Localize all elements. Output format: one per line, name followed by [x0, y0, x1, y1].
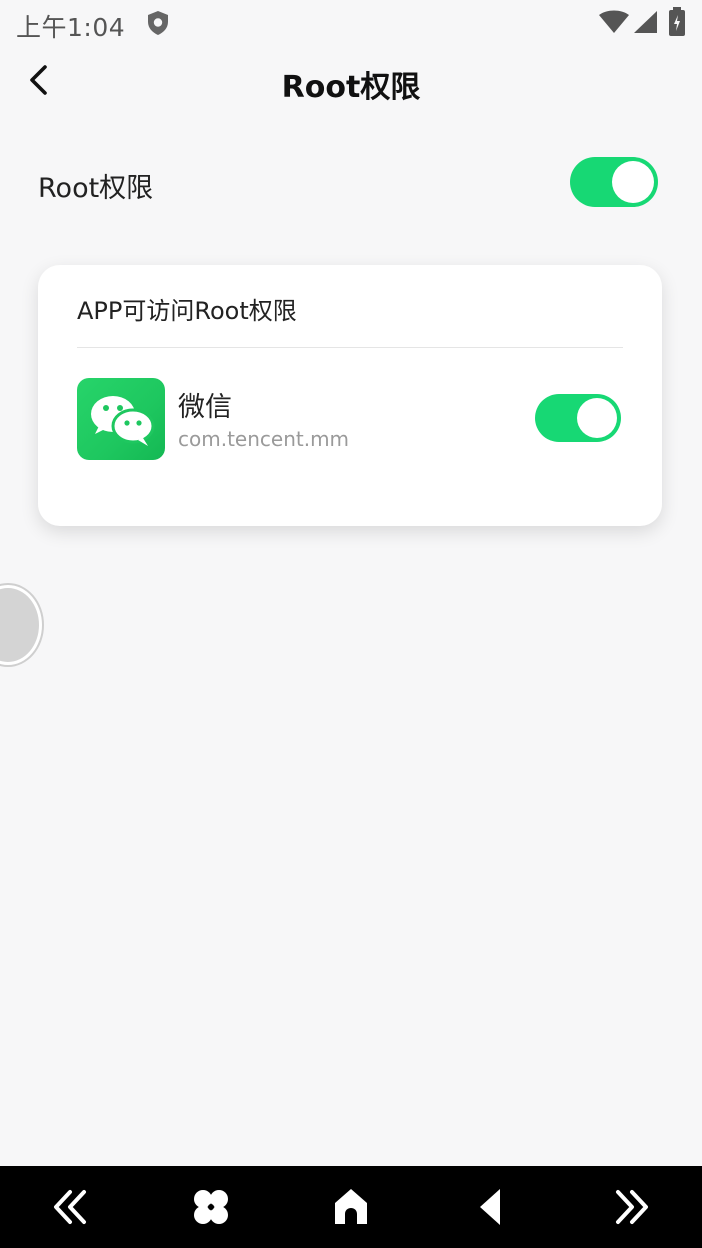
app-access-card: APP可访问Root权限 微信 com.tencent.mm [38, 265, 662, 526]
double-chevron-left-icon [46, 1182, 96, 1232]
back-triangle-icon [466, 1182, 516, 1232]
app-name: 微信 [178, 392, 232, 423]
floating-assistive-button[interactable] [0, 585, 42, 665]
page-title: Root权限 [281, 70, 421, 105]
apps-button[interactable] [186, 1182, 236, 1232]
root-permission-toggle[interactable] [570, 157, 658, 207]
double-chevron-left-button[interactable] [46, 1182, 96, 1232]
back-nav-button[interactable] [466, 1182, 516, 1232]
list-item: 微信 com.tencent.mm [38, 377, 662, 461]
card-title: APP可访问Root权限 [77, 297, 297, 325]
toggle-knob [577, 398, 617, 438]
home-button[interactable] [326, 1182, 376, 1232]
apps-icon [186, 1182, 236, 1232]
double-chevron-right-button[interactable] [606, 1182, 656, 1232]
app-package-name: com.tencent.mm [178, 427, 350, 451]
status-time: 上午1:04 [16, 13, 126, 42]
wifi-icon [598, 10, 630, 34]
header: Root权限 [0, 50, 702, 112]
root-permission-label: Root权限 [38, 173, 154, 204]
divider [77, 347, 623, 348]
app-root-toggle[interactable] [535, 394, 621, 442]
status-bar: 上午1:04 [0, 0, 702, 46]
wechat-icon [77, 378, 165, 460]
toggle-knob [612, 161, 654, 203]
signal-icon [632, 10, 658, 34]
shield-icon [146, 10, 170, 36]
root-permission-row: Root权限 [0, 150, 702, 220]
home-icon [326, 1182, 376, 1232]
battery-icon [668, 7, 686, 37]
double-chevron-right-icon [606, 1182, 656, 1232]
navigation-bar [0, 1166, 702, 1248]
